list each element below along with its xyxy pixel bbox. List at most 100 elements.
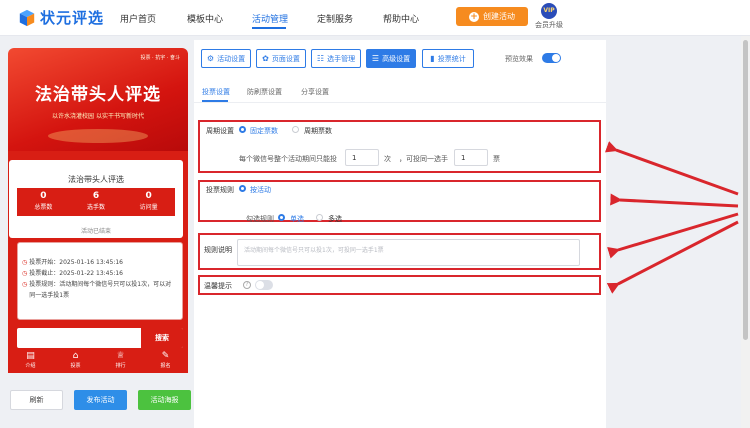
vote-info-box: ◷ 投票开始：2025-01-16 13:45:16 ◷ 投票截止：2025-01-…	[17, 242, 183, 320]
vote-times-input[interactable]: 1	[345, 149, 379, 166]
nav-templates[interactable]: 模板中心	[187, 12, 223, 25]
toolbar-label: 页面设置	[271, 54, 300, 63]
radio-multi-choice[interactable]	[316, 214, 323, 221]
stat-total-votes: 0 总票数	[17, 188, 70, 216]
fixed-votes-label: 固定票数	[250, 127, 278, 135]
top-nav: 状元评选 用户首页 模板中心 活动管理 定制服务 帮助中心 + 创建活动 VIP…	[0, 0, 750, 36]
cycle-settings-label: 周期设置	[206, 127, 234, 135]
sliders-icon: ☰	[371, 54, 380, 63]
single-choice-label: 单选	[290, 215, 304, 223]
tab-rank[interactable]: ♕ 排行	[98, 348, 143, 373]
preview-effect-label: 预览效果	[505, 55, 533, 63]
help-icon[interactable]: ?	[243, 281, 251, 289]
vip-upgrade[interactable]: VIP 会员升级	[534, 3, 564, 30]
clock-icon: ◷	[22, 270, 28, 277]
banner-tag: 投票 · 抗宇 · 奋斗	[140, 55, 180, 61]
tab-vote[interactable]: ⌂ 投票	[53, 348, 98, 373]
publish-activity-button[interactable]: 发布活动	[74, 390, 127, 410]
clock-icon: ◷	[22, 259, 28, 266]
radio-by-activity[interactable]	[239, 185, 246, 192]
warm-tip-label: 温馨提示	[204, 282, 232, 290]
preview-banner: 投票 · 抗宇 · 奋斗 法治带头人评选 以许水浇灌校园 以实干书写新时代	[8, 48, 188, 151]
info-end: ◷ 投票截止：2025-01-22 13:45:16	[22, 268, 176, 279]
subtab-divider	[194, 102, 606, 103]
stat-label: 选手数	[87, 204, 106, 211]
toolbar-page-settings[interactable]: ✿ 页面设置	[256, 49, 306, 68]
refresh-button[interactable]: 刷新	[10, 390, 63, 410]
nav-help-center[interactable]: 帮助中心	[383, 12, 419, 25]
vip-badge-icon: VIP	[541, 3, 557, 19]
same-candidate-sentence: ，可投同一选手	[399, 155, 448, 163]
gear-icon: ⚙	[206, 54, 215, 63]
radio-fixed-votes[interactable]	[239, 126, 246, 133]
toolbar-advanced-settings[interactable]: ☰ 高级设置	[366, 49, 416, 68]
stat-label: 访问量	[139, 204, 158, 211]
nav-custom-service[interactable]: 定制服务	[317, 12, 353, 25]
toolbar-label: 选手管理	[327, 54, 356, 63]
annotation-arrows	[604, 141, 739, 294]
toolbar-label: 投票统计	[437, 54, 466, 63]
users-icon: ☷	[316, 54, 325, 63]
activity-title: 法治带头人评选	[68, 175, 124, 184]
settings-panel: ⚙ 活动设置 ✿ 页面设置 ☷ 选手管理 ☰ 高级设置 ▮ 投票统计 预览效果 投票设置 …	[194, 40, 606, 428]
clock-icon: ◷	[22, 281, 28, 288]
search-button[interactable]: 搜索	[141, 328, 183, 348]
toolbar-activity-settings[interactable]: ⚙ 活动设置	[201, 49, 251, 68]
vip-upgrade-label: 会员升级	[535, 21, 563, 29]
check-rule-label: 勾选规则	[246, 215, 274, 223]
cycle-votes-label: 周期票数	[304, 127, 332, 135]
plus-icon: +	[469, 11, 479, 22]
scrollbar-thumb[interactable]	[743, 40, 748, 340]
create-activity-label: 创建活动	[483, 12, 515, 21]
list-icon: ▤	[26, 351, 35, 361]
tab-label: 介绍	[25, 363, 36, 369]
tab-label: 投票	[70, 363, 81, 369]
info-text: 投票截止：2025-01-22 13:45:16	[29, 270, 123, 277]
activity-poster-button[interactable]: 活动海报	[138, 390, 191, 410]
create-activity-button[interactable]: + 创建活动	[456, 7, 528, 26]
votes-unit: 票	[493, 155, 500, 163]
radio-cycle-votes[interactable]	[292, 126, 299, 133]
radio-single-choice[interactable]	[278, 214, 285, 221]
subtab-anti-fraud[interactable]: 防刷票设置	[247, 87, 282, 97]
activity-status: 活动已结束	[80, 228, 111, 235]
tab-intro[interactable]: ▤ 介绍	[8, 348, 53, 373]
stat-value: 6	[92, 191, 100, 201]
annotation-arrow	[604, 141, 739, 196]
bar-chart-icon: ▮	[430, 54, 435, 63]
warm-tip-toggle[interactable]	[255, 280, 273, 290]
rule-desc-textarea[interactable]: 活动期间每个微信号只可以投1次，可投同一选手1票	[237, 239, 580, 266]
vote-limit-sentence: 每个微信号整个活动期间只能投	[239, 155, 337, 163]
banner-glow	[48, 129, 148, 143]
toolbar-vote-stats[interactable]: ▮ 投票统计	[422, 49, 474, 68]
rule-desc-label: 规则说明	[204, 246, 232, 254]
info-rule: ◷ 投票规则：活动期间每个微信号只可以投1次，可以对同一选手投1票	[22, 279, 176, 301]
info-text: 投票规则：活动期间每个微信号只可以投1次，可以对同一选手投1票	[29, 281, 172, 299]
brand-logo[interactable]: 状元评选	[18, 7, 104, 28]
preview-effect-toggle[interactable]	[542, 53, 561, 63]
page-scrollbar[interactable]	[741, 36, 750, 428]
tab-label: 排行	[115, 363, 126, 369]
nav-active-indicator	[252, 27, 286, 29]
info-start: ◷ 投票开始：2025-01-16 13:45:16	[22, 257, 176, 268]
preview-search[interactable]: 搜索	[17, 328, 183, 348]
by-activity-label: 按活动	[250, 186, 271, 194]
info-text: 投票开始：2025-01-16 13:45:16	[29, 259, 123, 266]
activity-card: 法治带头人评选 0 总票数 6 选手数 0 访问量 活动已结束	[9, 160, 183, 238]
stat-label: 总票数	[34, 204, 53, 211]
toolbar-label: 活动设置	[217, 54, 246, 63]
activity-stats: 0 总票数 6 选手数 0 访问量	[17, 188, 175, 216]
nav-activity-manage[interactable]: 活动管理	[252, 12, 288, 25]
stat-visits: 0 访问量	[122, 188, 175, 216]
subtab-vote-settings[interactable]: 投票设置	[202, 87, 230, 97]
signup-icon: ✎	[161, 351, 170, 361]
banner-title: 法治带头人评选	[35, 85, 161, 105]
nav-home[interactable]: 用户首页	[120, 12, 156, 25]
toolbar-candidate-manage[interactable]: ☷ 选手管理	[311, 49, 361, 68]
stat-value: 0	[145, 191, 152, 201]
votes-per-candidate-input[interactable]: 1	[454, 149, 488, 166]
trophy-icon: ♕	[116, 351, 125, 361]
cube-logo-icon	[19, 9, 35, 26]
subtab-share-settings[interactable]: 分享设置	[301, 87, 329, 97]
tab-signup[interactable]: ✎ 报名	[143, 348, 188, 373]
